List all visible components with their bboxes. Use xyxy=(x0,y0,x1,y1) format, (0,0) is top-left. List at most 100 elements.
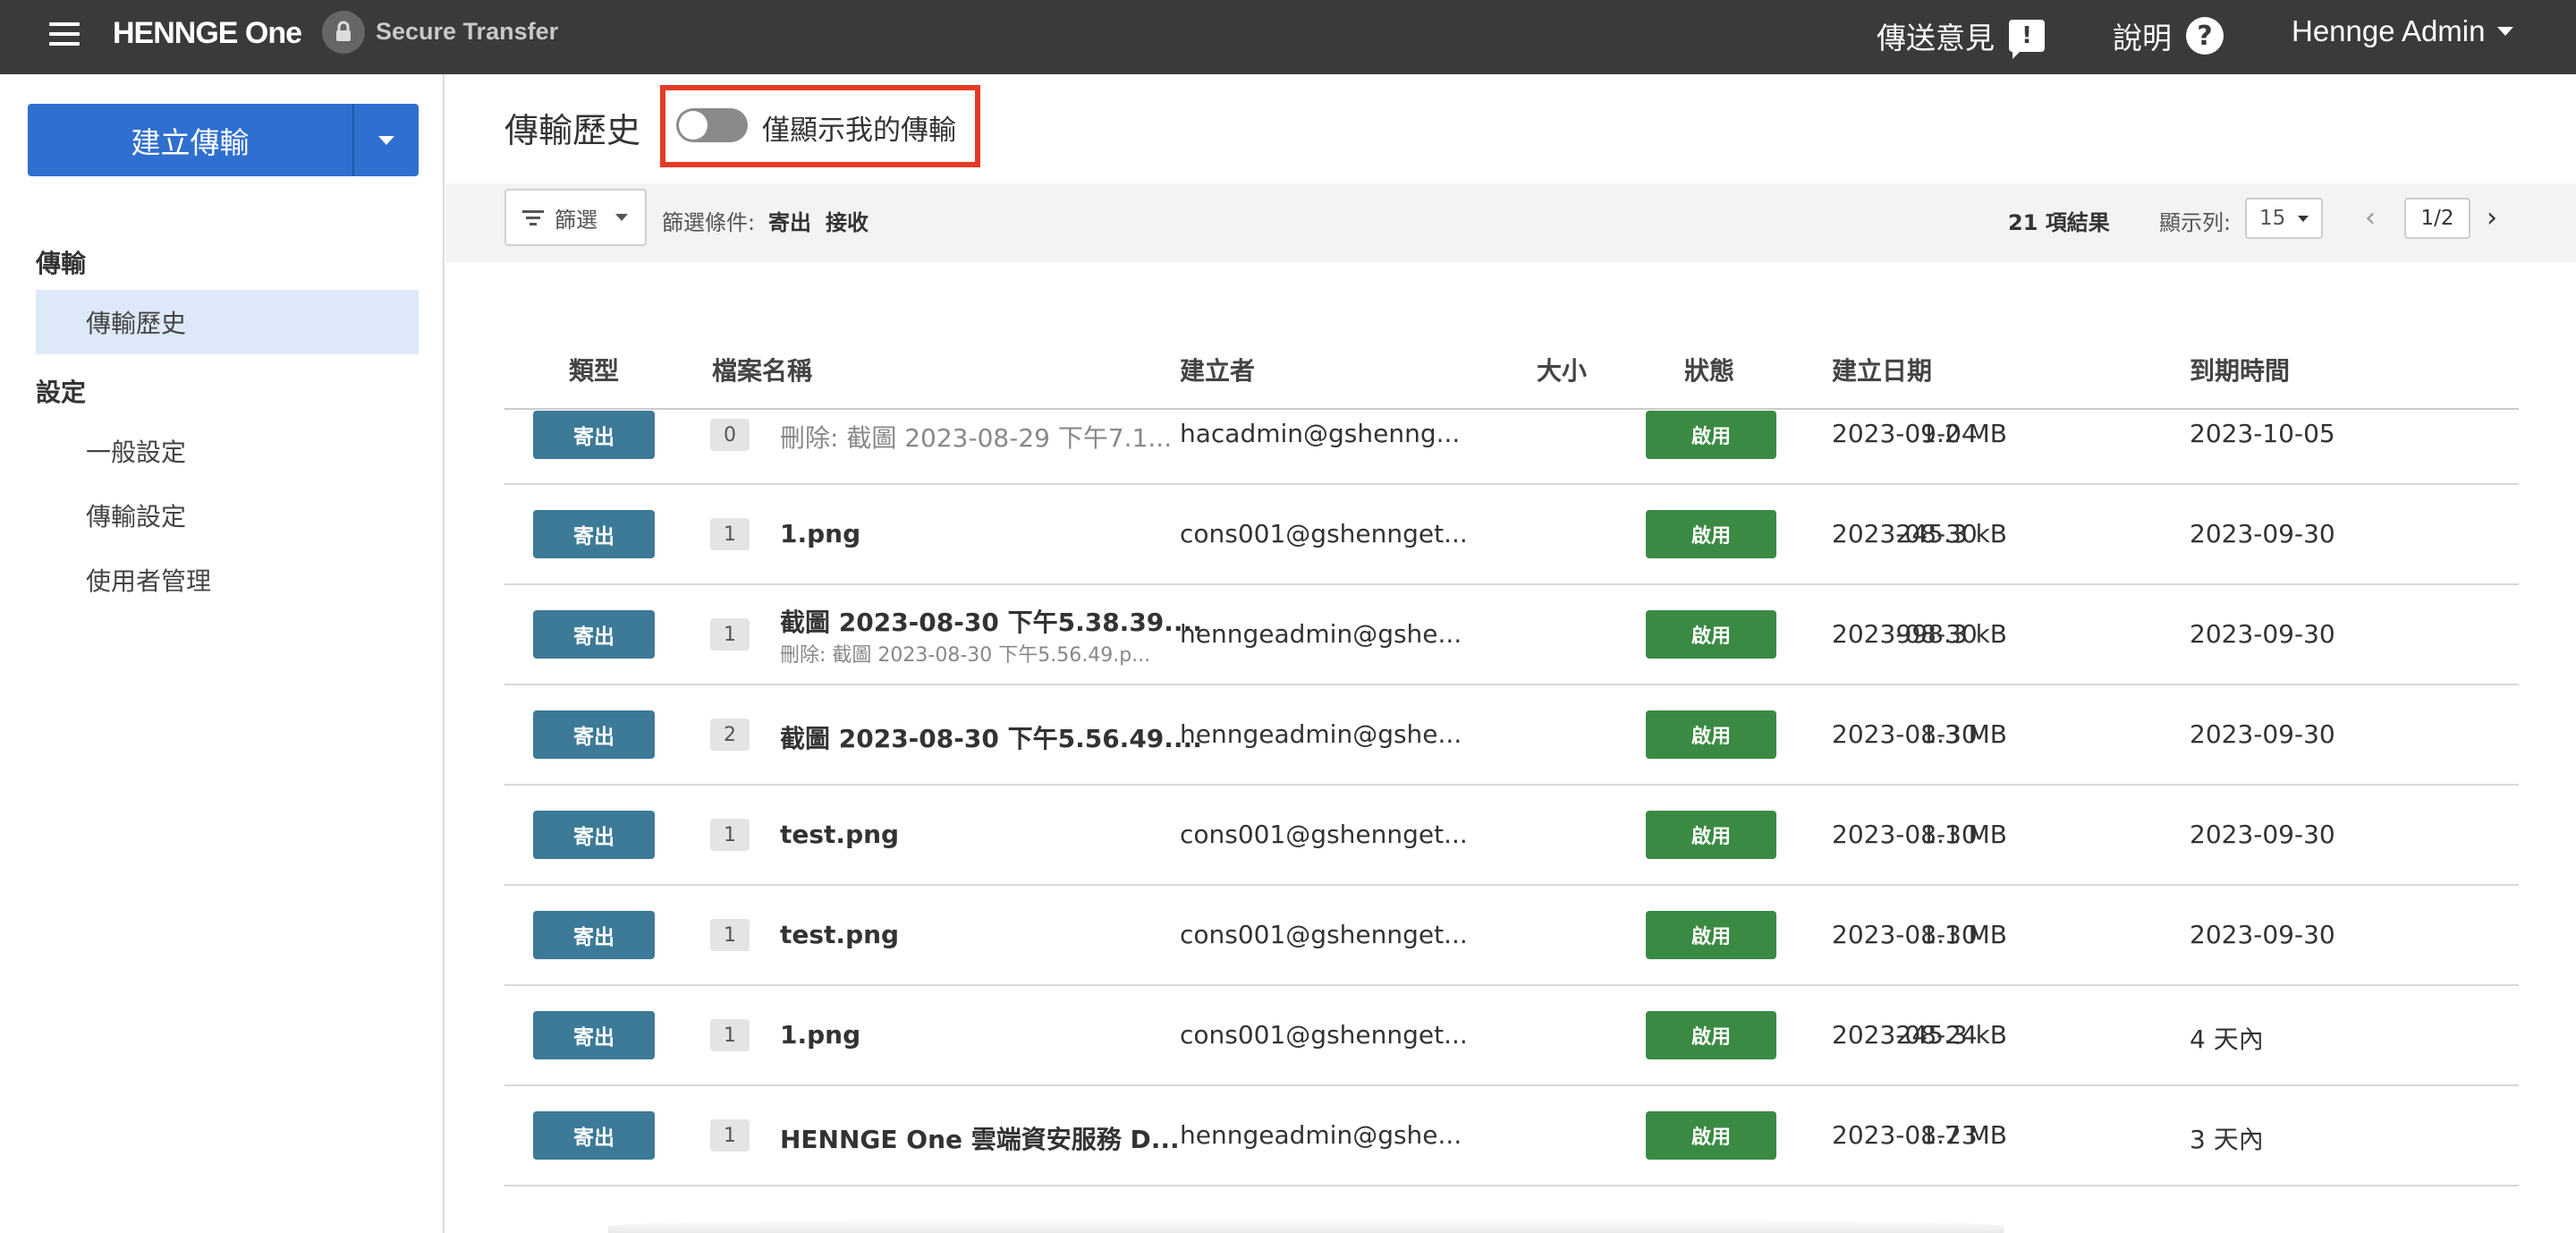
filter-conditions-label: 篩選條件: xyxy=(662,210,756,235)
creator: cons001@gshennget... xyxy=(1180,920,1468,949)
file-name[interactable]: 截圖 2023-08-30 下午5.38.39.... xyxy=(780,603,1202,639)
feedback-button[interactable]: 傳送意見 ! xyxy=(1877,14,2045,59)
creator: henngeadmin@gshe... xyxy=(1180,619,1462,649)
file-count-badge: 1 xyxy=(710,618,750,651)
type-badge: 寄出 xyxy=(533,1011,655,1059)
filter-button[interactable]: 篩選 xyxy=(504,189,647,246)
rows-per-page-select[interactable]: 15 xyxy=(2245,198,2323,239)
column-header-size[interactable]: 大小 xyxy=(1537,352,1587,387)
creator: cons001@gshennget... xyxy=(1180,1020,1468,1050)
file-count-badge: 0 xyxy=(710,419,750,451)
sidebar-item-general[interactable]: 一般設定 xyxy=(36,419,419,483)
column-header-created[interactable]: 建立日期 xyxy=(1832,352,1932,387)
status-badge: 啟用 xyxy=(1646,411,1776,459)
created-date: 2023-08-30 xyxy=(1832,619,1978,649)
status-badge: 啟用 xyxy=(1646,610,1776,659)
column-header-filename[interactable]: 檔案名稱 xyxy=(712,352,812,387)
sidebar-item-history[interactable]: 傳輸歷史 xyxy=(36,290,419,354)
creator: cons001@gshennget... xyxy=(1180,519,1468,548)
file-name[interactable]: 1.png xyxy=(780,519,860,548)
table-row[interactable]: 寄出 1 截圖 2023-08-30 下午5.38.39.... 刪除: 截圖 … xyxy=(504,585,2519,685)
status-badge: 啟用 xyxy=(1646,811,1776,859)
creator: hacadmin@gshenng... xyxy=(1180,419,1461,448)
sidebar-item-transfer-settings[interactable]: 傳輸設定 xyxy=(36,483,419,548)
product-icon xyxy=(322,11,365,54)
create-transfer-dropdown[interactable] xyxy=(354,104,419,176)
file-subtext: 刪除: 截圖 2023-08-30 下午5.56.49.p... xyxy=(780,644,1151,667)
create-transfer-button[interactable]: 建立傳輸 xyxy=(28,104,354,176)
sidebar: 建立傳輸 傳輸 傳輸歷史 設定 一般設定 傳輸設定 使用者管理 xyxy=(0,74,445,1233)
app-logo[interactable]: HENNGE One xyxy=(113,16,302,51)
user-menu[interactable]: Hennge Admin xyxy=(2292,14,2514,48)
file-count-badge: 1 xyxy=(710,1119,750,1152)
expiry-date: 2023-10-05 xyxy=(2190,419,2335,448)
file-name[interactable]: 1.png xyxy=(780,1020,860,1050)
page-title: 傳輸歷史 xyxy=(504,111,641,150)
table-row[interactable]: 寄出 1 test.png cons001@gshennget... 1.1 M… xyxy=(504,786,2519,886)
type-badge: 寄出 xyxy=(533,610,655,659)
expiry-date: 2023-09-30 xyxy=(2190,820,2335,849)
sidebar-item-user-management[interactable]: 使用者管理 xyxy=(36,548,419,612)
table-row[interactable]: 寄出 1 HENNGE One 雲端資安服務 D... henngeadmin@… xyxy=(504,1086,2519,1186)
file-name[interactable]: 截圖 2023-08-30 下午5.56.49.... xyxy=(780,719,1202,755)
sidebar-section-settings: 設定 xyxy=(36,378,87,407)
rows-per-page-label: 顯示列: xyxy=(2159,210,2232,235)
file-count-badge: 1 xyxy=(710,1019,750,1051)
file-name[interactable]: test.png xyxy=(780,820,899,849)
product-name: Secure Transfer xyxy=(376,18,559,45)
table-row[interactable]: 寄出 2 截圖 2023-08-30 下午5.56.49.... henngea… xyxy=(504,685,2519,786)
expiry-date: 3 天內 xyxy=(2190,1125,2264,1154)
type-badge: 寄出 xyxy=(533,1111,655,1160)
type-badge: 寄出 xyxy=(533,510,655,558)
column-header-type[interactable]: 類型 xyxy=(569,352,619,387)
status-badge: 啟用 xyxy=(1646,710,1776,759)
column-header-status[interactable]: 狀態 xyxy=(1684,352,1734,387)
filter-tag-send[interactable]: 寄出 xyxy=(768,205,811,236)
table-row[interactable]: 寄出 1 1.png cons001@gshennget... 245.3 kB… xyxy=(504,485,2519,585)
created-date: 2023-08-30 xyxy=(1832,820,1978,849)
type-badge: 寄出 xyxy=(533,911,655,959)
created-date: 2023-08-30 xyxy=(1832,920,1978,949)
feedback-icon: ! xyxy=(2009,20,2045,59)
user-name: Hennge Admin xyxy=(2292,14,2486,47)
page-indicator[interactable]: 1/2 xyxy=(2404,198,2470,239)
file-count-badge: 1 xyxy=(710,518,750,550)
type-badge: 寄出 xyxy=(533,710,655,759)
filter-button-label: 篩選 xyxy=(555,207,597,233)
file-name[interactable]: 刪除: 截圖 2023-08-29 下午7.1... xyxy=(780,419,1172,455)
file-name[interactable]: test.png xyxy=(780,920,899,949)
created-date: 2023-08-23 xyxy=(1832,1120,1978,1150)
status-badge: 啟用 xyxy=(1646,510,1776,558)
menu-icon[interactable] xyxy=(49,22,80,49)
file-count-badge: 1 xyxy=(710,819,750,851)
created-date: 2023-08-30 xyxy=(1832,719,1978,749)
create-transfer-button-group: 建立傳輸 xyxy=(28,104,419,176)
results-count: 21 項結果 xyxy=(2008,210,2110,235)
prev-page-icon[interactable]: ‹ xyxy=(2365,202,2376,234)
created-date: 2023-09-04 xyxy=(1832,419,1978,448)
chevron-down-icon xyxy=(378,135,394,145)
my-transfers-toggle[interactable] xyxy=(676,108,748,142)
top-bar: HENNGE One Secure Transfer 傳送意見 ! 說明 ? H… xyxy=(0,0,2576,74)
help-button[interactable]: 說明 ? xyxy=(2113,14,2224,57)
type-badge: 寄出 xyxy=(533,411,655,459)
chevron-down-icon xyxy=(2298,215,2309,222)
status-badge: 啟用 xyxy=(1646,911,1776,959)
column-header-creator[interactable]: 建立者 xyxy=(1180,352,1255,387)
status-badge: 啟用 xyxy=(1646,1011,1776,1059)
creator: cons001@gshennget... xyxy=(1180,820,1468,849)
filter-icon xyxy=(522,208,544,226)
expiry-date: 2023-09-30 xyxy=(2190,920,2335,949)
next-page-icon[interactable]: › xyxy=(2487,202,2497,234)
column-header-expires[interactable]: 到期時間 xyxy=(2190,352,2290,387)
file-name[interactable]: HENNGE One 雲端資安服務 D... xyxy=(780,1120,1180,1156)
created-date: 2023-08-24 xyxy=(1832,1020,1978,1050)
filter-tag-receive[interactable]: 接收 xyxy=(826,205,869,236)
creator: henngeadmin@gshe... xyxy=(1180,1120,1462,1150)
type-badge: 寄出 xyxy=(533,811,655,859)
table-row[interactable]: 寄出 1 test.png cons001@gshennget... 1.1 M… xyxy=(504,886,2519,986)
expiry-date: 4 天內 xyxy=(2190,1025,2264,1054)
table-row[interactable]: 寄出 0 刪除: 截圖 2023-08-29 下午7.1... hacadmin… xyxy=(504,383,2519,485)
table-row[interactable]: 寄出 1 1.png cons001@gshennget... 245.3 kB… xyxy=(504,986,2519,1086)
toggle-knob xyxy=(679,111,708,140)
